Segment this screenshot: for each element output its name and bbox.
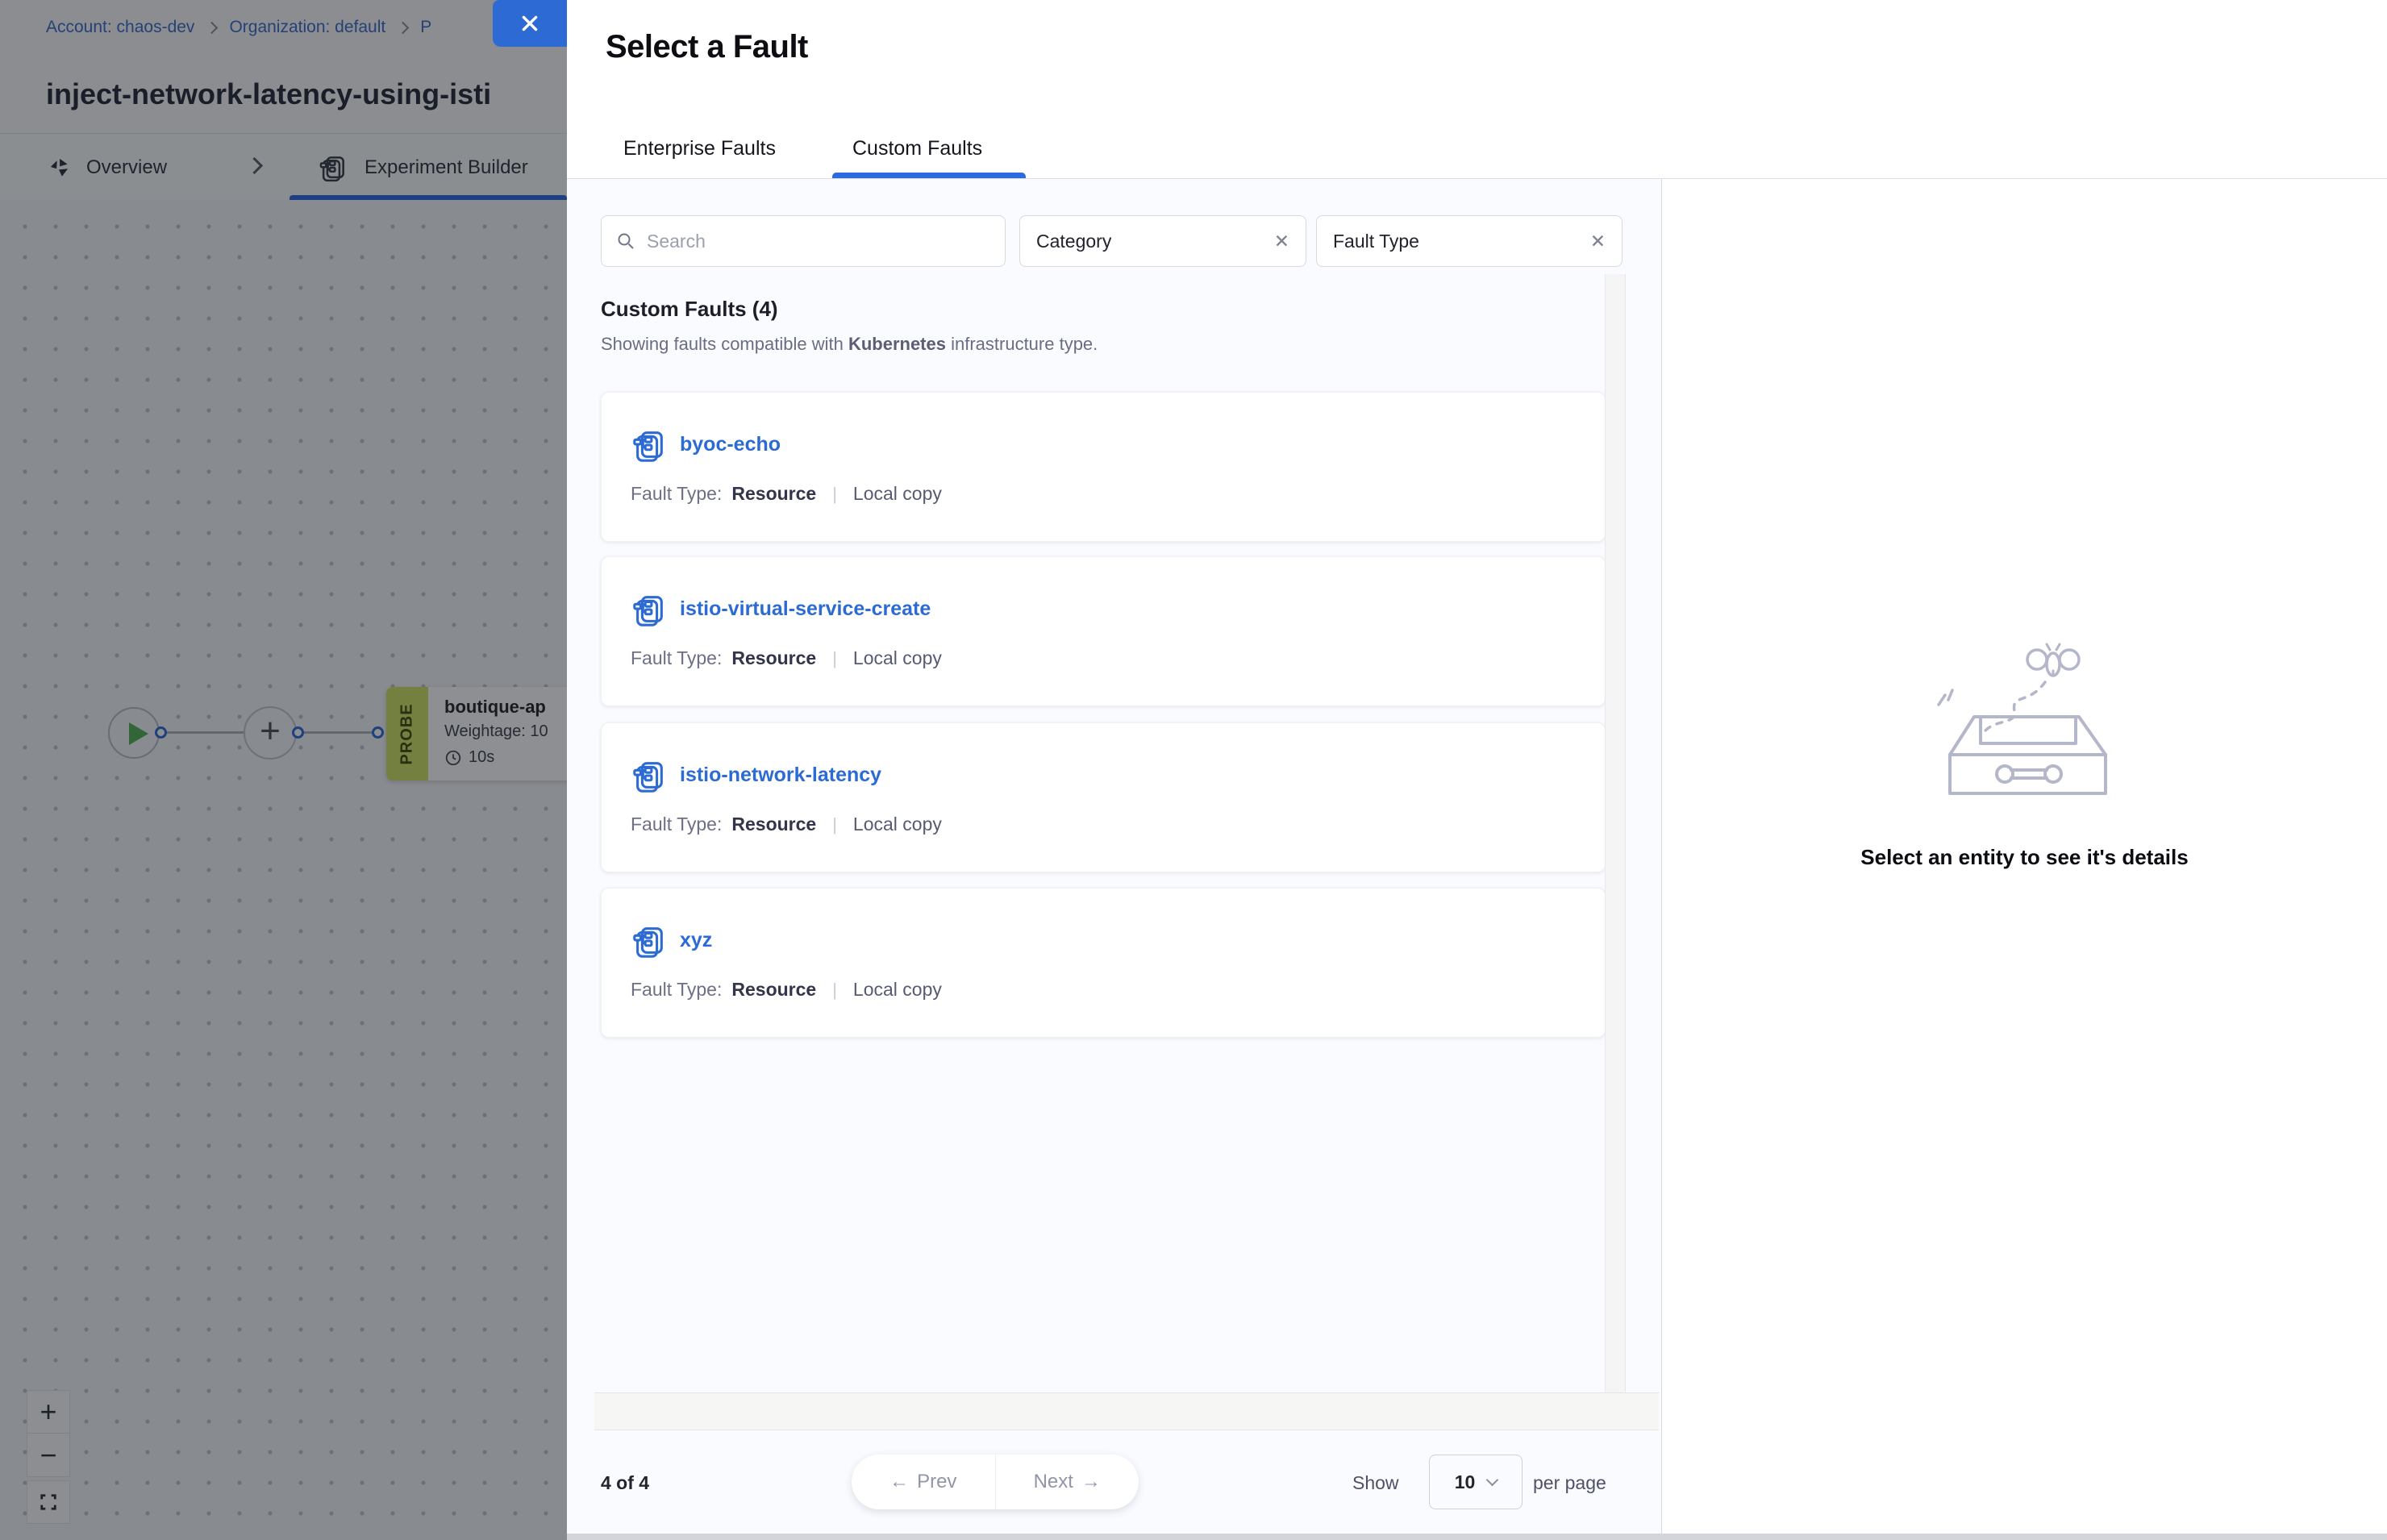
- fault-type-label: Fault Type:: [631, 483, 722, 505]
- fault-icon: [631, 591, 668, 628]
- fault-copy-label: Local copy: [853, 483, 942, 505]
- fault-type-value: Resource: [731, 483, 816, 505]
- fault-meta: Fault Type: Resource | Local copy: [631, 483, 942, 505]
- pagination-buttons: ← Prev Next →: [852, 1455, 1139, 1509]
- fault-list-panel: Category ✕ Fault Type ✕ Custom Faults (4…: [567, 179, 1662, 1540]
- fault-type-value: Resource: [731, 647, 816, 669]
- divider: |: [832, 980, 837, 1001]
- search-input[interactable]: [647, 231, 990, 252]
- fault-name-link[interactable]: xyz: [680, 929, 712, 952]
- screen: Account: chaos-dev Organization: default…: [0, 0, 2387, 1540]
- fault-type-filter-label: Fault Type: [1333, 231, 1419, 252]
- clear-filter-icon[interactable]: ✕: [1261, 231, 1289, 252]
- horizontal-scrollbar[interactable]: [594, 1392, 1659, 1430]
- pagination-range: 4 of 4: [601, 1472, 649, 1494]
- active-tab-underline: [832, 173, 1026, 178]
- arrow-right-icon: →: [1081, 1471, 1101, 1493]
- fault-icon: [631, 427, 668, 464]
- empty-drawer-illustration: [1924, 640, 2126, 810]
- fault-type-value: Resource: [731, 979, 816, 1001]
- divider: |: [832, 814, 837, 835]
- fault-copy-label: Local copy: [853, 647, 942, 669]
- fault-name-link[interactable]: istio-network-latency: [680, 764, 881, 787]
- tab-enterprise-faults[interactable]: Enterprise Faults: [623, 137, 776, 160]
- fault-meta: Fault Type: Resource | Local copy: [631, 647, 942, 669]
- fault-type-label: Fault Type:: [631, 647, 722, 669]
- fault-type-label: Fault Type:: [631, 814, 722, 835]
- fault-card[interactable]: byoc-echo Fault Type: Resource | Local c…: [601, 392, 1606, 542]
- fault-card[interactable]: istio-virtual-service-create Fault Type:…: [601, 556, 1606, 706]
- pagination-bar: 4 of 4 ← Prev Next → Show 10: [567, 1430, 1661, 1534]
- drawer-body: Category ✕ Fault Type ✕ Custom Faults (4…: [567, 179, 2387, 1540]
- empty-state-text: Select an entity to see it's details: [1860, 845, 2188, 870]
- list-subtext: Showing faults compatible with Kubernete…: [601, 334, 1098, 355]
- fault-meta: Fault Type: Resource | Local copy: [631, 979, 942, 1001]
- fault-type-label: Fault Type:: [631, 979, 722, 1001]
- fault-type-filter[interactable]: Fault Type ✕: [1316, 215, 1623, 267]
- select-fault-drawer: Select a Fault Enterprise Faults Custom …: [567, 0, 2387, 1540]
- category-filter[interactable]: Category ✕: [1019, 215, 1306, 267]
- fault-icon: [631, 922, 668, 959]
- drawer-close-button[interactable]: [493, 0, 567, 47]
- fault-search: [601, 215, 1006, 267]
- tab-custom-faults[interactable]: Custom Faults: [852, 137, 982, 160]
- divider: |: [832, 648, 837, 669]
- next-page-button[interactable]: Next →: [996, 1455, 1139, 1509]
- list-heading: Custom Faults (4): [601, 297, 778, 322]
- fault-name-link[interactable]: istio-virtual-service-create: [680, 597, 931, 621]
- drawer-bottom-edge: [567, 1534, 2387, 1540]
- arrow-left-icon: ←: [889, 1471, 909, 1493]
- fault-card[interactable]: xyz Fault Type: Resource | Local copy: [601, 888, 1606, 1038]
- fault-name-link[interactable]: byoc-echo: [680, 433, 781, 456]
- category-filter-label: Category: [1036, 231, 1111, 252]
- clear-filter-icon[interactable]: ✕: [1577, 231, 1606, 252]
- page-size-value: 10: [1455, 1471, 1476, 1493]
- divider: |: [832, 484, 837, 505]
- search-icon: [616, 231, 635, 251]
- drawer-title: Select a Fault: [606, 29, 808, 65]
- fault-card[interactable]: istio-network-latency Fault Type: Resour…: [601, 722, 1606, 872]
- chevron-down-icon: [1486, 1473, 1499, 1486]
- fault-details-panel: Select an entity to see it's details: [1662, 179, 2387, 1540]
- page-size-select[interactable]: 10: [1429, 1455, 1523, 1509]
- vertical-scrollbar[interactable]: [1605, 274, 1626, 1392]
- close-icon: [519, 13, 540, 34]
- fault-type-value: Resource: [731, 814, 816, 835]
- fault-meta: Fault Type: Resource | Local copy: [631, 814, 942, 835]
- fault-icon: [631, 757, 668, 794]
- prev-page-button[interactable]: ← Prev: [852, 1455, 996, 1509]
- show-label: Show: [1352, 1472, 1399, 1494]
- drawer-header: Select a Fault Enterprise Faults Custom …: [567, 0, 2387, 179]
- fault-copy-label: Local copy: [853, 979, 942, 1001]
- per-page-label: per page: [1533, 1472, 1606, 1494]
- fault-copy-label: Local copy: [853, 814, 942, 835]
